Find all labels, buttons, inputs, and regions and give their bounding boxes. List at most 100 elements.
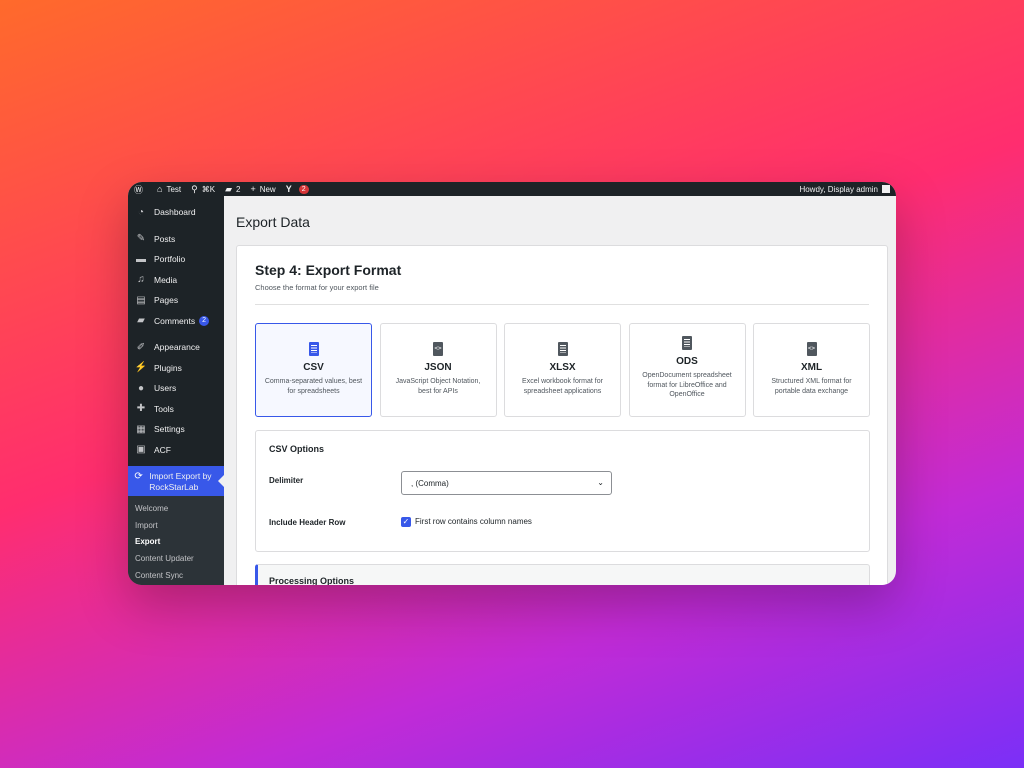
header-row-checkbox-label[interactable]: First row contains column names [415, 517, 532, 526]
home-icon: ⌂ [157, 184, 163, 194]
sidebar-item-tools[interactable]: ✚ Tools [128, 399, 224, 420]
sidebar-item-label: Posts [154, 233, 176, 244]
sidebar-item-label: Users [154, 383, 177, 394]
import-export-submenu: Welcome Import Export Content Updater Co… [128, 496, 224, 585]
format-name: XLSX [549, 362, 576, 373]
code-file-icon [433, 342, 443, 356]
browser-window: Ⓦ ⌂ Test ⚲ ⌘K ▰ 2 + New Y 2 Howdy, Displ… [128, 182, 896, 585]
sidebar-item-label: Plugins [154, 362, 182, 373]
plus-icon: + [250, 184, 256, 194]
comments-link[interactable]: ▰ 2 [225, 184, 240, 195]
format-description: Comma-separated values, best for spreads… [264, 378, 363, 395]
sidebar-item-portfolio[interactable]: ▬ Portfolio [128, 249, 224, 270]
submenu-item-welcome[interactable]: Welcome [128, 500, 224, 517]
pages-icon: ▤ [136, 294, 146, 306]
shortcut-label: ⌘K [201, 184, 216, 194]
format-options: CSV Comma-separated values, best for spr… [255, 323, 870, 417]
yoast-badge: 2 [298, 184, 309, 194]
new-content-button[interactable]: + New [250, 184, 275, 194]
chevron-down-icon: ⌄ [597, 478, 604, 487]
comments-count-badge: 2 [199, 315, 209, 326]
format-card-csv[interactable]: CSV Comma-separated values, best for spr… [255, 323, 372, 417]
admin-sidebar: ◔ Dashboard ✎ Posts ▬ Portfolio ♫ Media … [128, 196, 224, 585]
yoast-menu[interactable]: Y 2 [286, 184, 309, 194]
format-card-ods[interactable]: ODS OpenDocument spreadsheet format for … [628, 323, 746, 417]
sidebar-item-dashboard[interactable]: ◔ Dashboard [128, 202, 224, 223]
format-description: Excel workbook format for spreadsheet ap… [522, 378, 603, 395]
sidebar-item-import-export[interactable]: ⟳ Import Export by RockStarLab [128, 466, 224, 496]
format-name: JSON [424, 362, 452, 373]
plugin-icon: ⚡ [134, 362, 148, 374]
format-card-json[interactable]: JSON JavaScript Object Notation, best fo… [379, 323, 497, 417]
sidebar-item-label: Import Export by RockStarLab [149, 471, 212, 492]
sidebar-item-pages[interactable]: ▤ Pages [128, 290, 224, 311]
admin-bar: Ⓦ ⌂ Test ⚲ ⌘K ▰ 2 + New Y 2 Howdy, Displ… [128, 182, 896, 196]
format-description: OpenDocument spreadsheet format for Libr… [642, 372, 732, 398]
dashboard-icon: ◔ [137, 206, 145, 218]
sidebar-item-media[interactable]: ♫ Media [128, 270, 224, 291]
format-description: Structured XML format for portable data … [771, 378, 852, 395]
new-label: New [259, 184, 276, 194]
divider [255, 304, 869, 305]
step-subtitle: Choose the format for your export file [255, 283, 379, 292]
sidebar-item-appearance[interactable]: ✐ Appearance [128, 337, 224, 358]
comment-icon: ▰ [225, 183, 232, 194]
sidebar-item-label: Pages [154, 295, 179, 306]
code-file-icon [806, 342, 817, 356]
processing-options-title: Processing Options [269, 576, 355, 585]
sidebar-item-settings[interactable]: ▦ Settings [128, 419, 224, 440]
delimiter-label: Delimiter [269, 476, 304, 485]
spreadsheet-file-icon [682, 336, 692, 350]
step-title: Step 4: Export Format [255, 262, 402, 278]
howdy-text: Howdy, Display admin [799, 184, 878, 194]
header-row-label: Include Header Row [269, 518, 346, 527]
spreadsheet-file-icon [557, 342, 568, 356]
brush-icon: ✐ [136, 341, 146, 353]
export-panel: Step 4: Export Format Choose the format … [236, 245, 888, 585]
sync-icon: ⟳ [134, 471, 143, 482]
format-name: CSV [303, 362, 324, 373]
page-title: Export Data [236, 214, 310, 230]
sidebar-item-acf[interactable]: ▣ ACF [128, 440, 224, 461]
processing-options-section: Processing Options [255, 564, 870, 585]
delimiter-value: , (Comma) [411, 478, 449, 488]
submenu-item-content-sync[interactable]: Content Sync [128, 567, 224, 584]
command-palette-button[interactable]: ⚲ ⌘K [191, 184, 215, 195]
wrench-icon: ✚ [136, 403, 146, 415]
csv-options-title: CSV Options [269, 444, 325, 454]
pin-icon: ✎ [136, 233, 146, 245]
sidebar-item-label: Dashboard [154, 207, 196, 218]
submenu-item-export[interactable]: Export [128, 534, 224, 551]
site-name: Test [166, 184, 182, 194]
site-name-link[interactable]: ⌂ Test [157, 184, 181, 194]
user-icon: ● [137, 382, 145, 394]
format-card-xlsx[interactable]: XLSX Excel workbook format for spreadshe… [504, 323, 621, 417]
format-card-xml[interactable]: XML Structured XML format for portable d… [753, 323, 870, 417]
sidebar-item-comments[interactable]: ▰ Comments 2 [128, 311, 224, 332]
spreadsheet-file-icon [308, 342, 319, 356]
avatar [882, 185, 890, 193]
sidebar-item-plugins[interactable]: ⚡ Plugins [128, 358, 224, 379]
search-icon: ⚲ [191, 183, 198, 194]
yoast-icon: Y [285, 184, 292, 194]
account-menu[interactable]: Howdy, Display admin [799, 185, 890, 194]
delimiter-select[interactable]: , (Comma) ⌄ [401, 471, 612, 495]
media-icon: ♫ [137, 274, 145, 286]
submenu-item-import[interactable]: Import [128, 517, 224, 534]
sidebar-item-label: Settings [154, 424, 185, 435]
format-name: ODS [676, 356, 698, 367]
sidebar-item-label: Media [154, 274, 178, 285]
format-name: XML [800, 362, 823, 373]
sidebar-item-label: Comments [154, 315, 196, 326]
wordpress-logo-icon[interactable]: Ⓦ [134, 183, 147, 196]
sidebar-item-label: ACF [154, 444, 171, 455]
main-content: Export Data Step 4: Export Format Choose… [224, 196, 896, 585]
header-row-checkbox[interactable]: ✓ [401, 517, 411, 527]
settings-icon: ▦ [136, 423, 146, 435]
sidebar-item-posts[interactable]: ✎ Posts [128, 229, 224, 250]
sidebar-item-label: Tools [154, 403, 174, 414]
submenu-item-content-updater[interactable]: Content Updater [128, 550, 224, 567]
sidebar-item-users[interactable]: ● Users [128, 378, 224, 399]
folder-icon: ▬ [136, 253, 146, 265]
comments-count: 2 [235, 184, 241, 194]
